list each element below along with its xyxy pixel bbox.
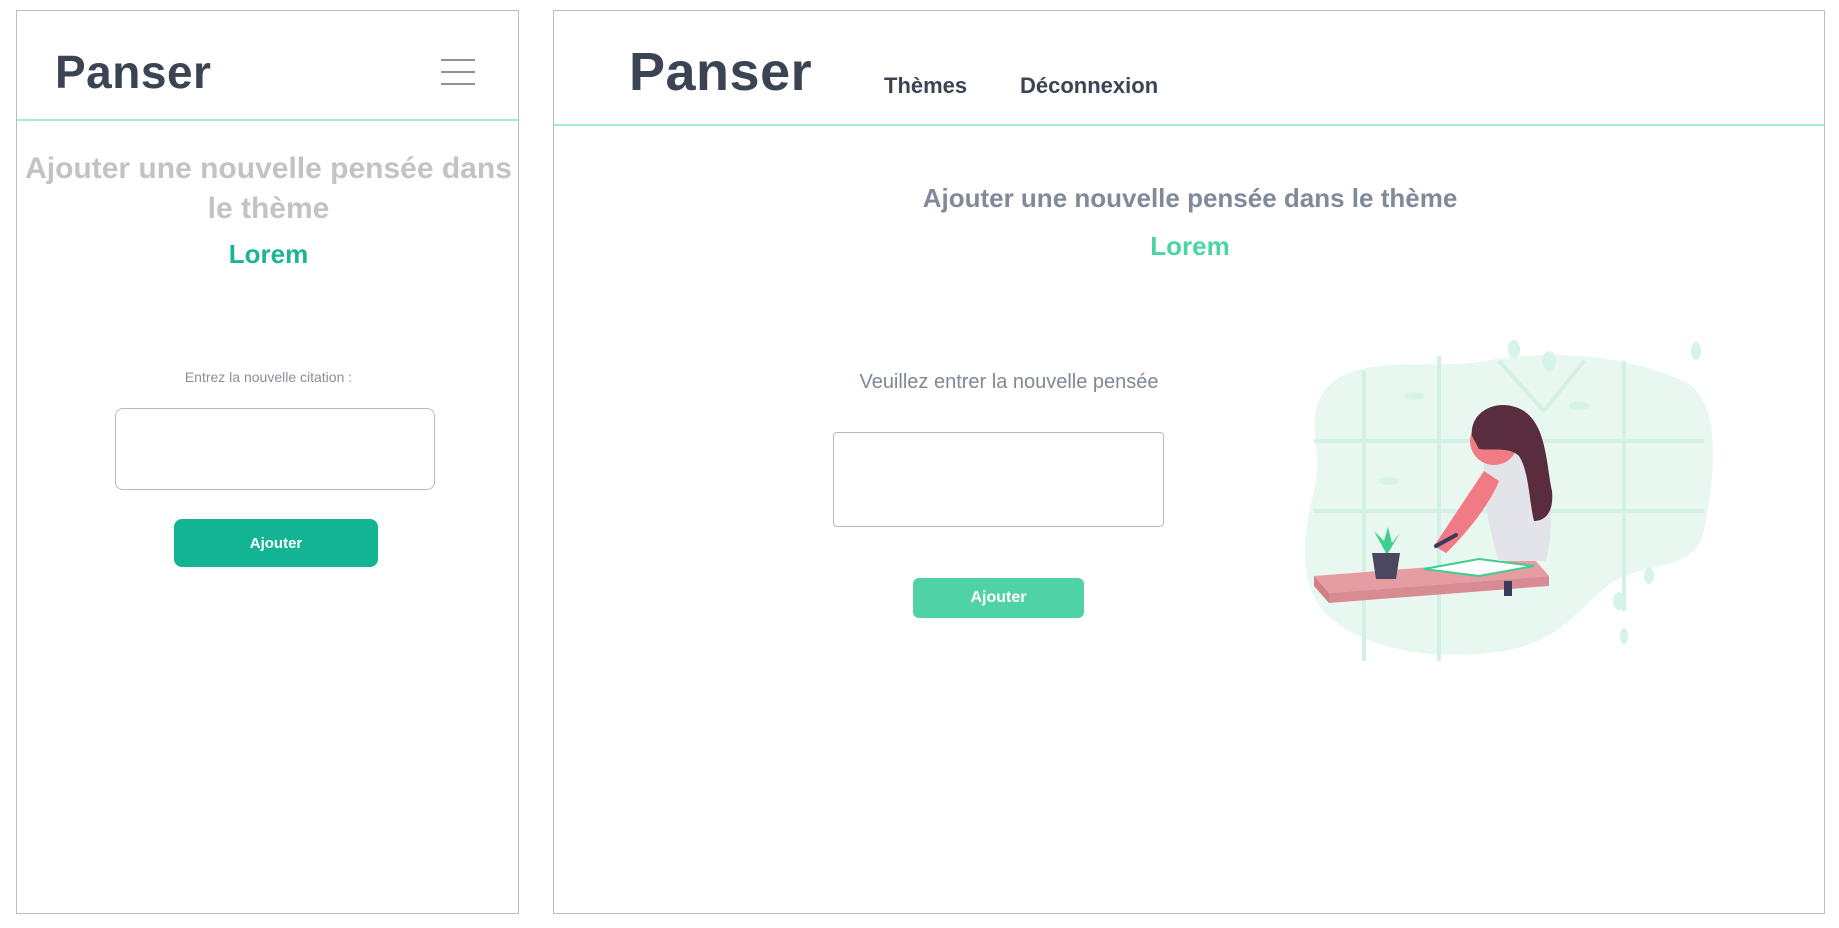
theme-name: Lorem	[1150, 231, 1230, 261]
desktop-mockup: Panser Thèmes Déconnexion Ajouter une no…	[553, 10, 1825, 914]
woman-writing-at-desk-illustration	[1305, 340, 1713, 661]
add-button[interactable]: Ajouter	[913, 578, 1084, 618]
mobile-mockup: Panser Ajouter une nouvelle pensée dans …	[16, 10, 519, 914]
logo[interactable]: Panser	[629, 41, 812, 103]
nav-link-themes[interactable]: Thèmes	[884, 73, 967, 99]
quote-input[interactable]	[115, 408, 435, 490]
page-title: Ajouter une nouvelle pensée dans le thèm…	[25, 152, 512, 225]
nav-link-logout[interactable]: Déconnexion	[1020, 73, 1158, 99]
header-divider	[17, 119, 518, 121]
input-label: Entrez la nouvelle citation :	[184, 369, 353, 385]
logo[interactable]: Panser	[55, 45, 211, 99]
add-button[interactable]: Ajouter	[174, 519, 378, 567]
hamburger-menu-icon[interactable]	[441, 59, 475, 85]
thought-input[interactable]	[833, 432, 1164, 527]
theme-name: Lorem	[228, 239, 309, 269]
header-divider	[554, 124, 1824, 126]
page-title: Ajouter une nouvelle pensée dans le thèm…	[922, 183, 1458, 213]
input-label: Veuillez entrer la nouvelle pensée	[859, 371, 1159, 393]
